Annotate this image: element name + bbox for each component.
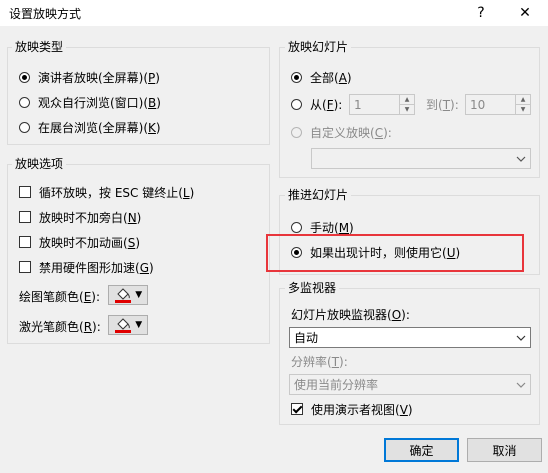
laser-color-label: 激光笔颜色(R): [19, 319, 101, 334]
radio-presenter[interactable]: 演讲者放映(全屏幕)(P) [19, 68, 160, 86]
radio-from-slides-label: 从(F): [310, 97, 343, 112]
laser-color-button[interactable]: ▼ [108, 315, 148, 335]
radio-kiosk-indicator[interactable] [19, 121, 30, 133]
radio-from-slides[interactable]: 从(F): [291, 95, 342, 113]
show-type-title: 放映类型 [12, 40, 67, 54]
check-loop-label: 循环放映，按 ESC 键终止(L) [39, 185, 195, 200]
check-presenter-view-box[interactable] [291, 403, 303, 415]
check-disable-hw-accel[interactable]: 禁用硬件图形加速(G) [19, 258, 154, 276]
radio-presenter-label: 演讲者放映(全屏幕)(P) [38, 70, 160, 85]
ok-button[interactable]: 确定 [384, 438, 459, 462]
from-slide-spin-buttons[interactable]: ▲ ▼ [399, 95, 414, 114]
pen-color-label: 绘图笔颜色(E): [19, 289, 101, 304]
check-disable-hw-accel-box[interactable] [19, 261, 31, 273]
check-no-animation-box[interactable] [19, 236, 31, 248]
chevron-down-icon [512, 149, 530, 168]
radio-all-slides[interactable]: 全部(A) [291, 68, 352, 86]
spin-up-icon[interactable]: ▲ [515, 95, 530, 105]
radio-custom-show[interactable]: 自定义放映(C): [291, 123, 392, 141]
monitor-label: 幻灯片放映监视器(O): [291, 307, 410, 322]
close-icon: ✕ [519, 5, 531, 21]
radio-from-slides-indicator[interactable] [291, 98, 302, 110]
pen-color-swatch [114, 300, 131, 303]
resolution-select[interactable]: 使用当前分辨率 [289, 374, 531, 395]
check-presenter-view-label: 使用演示者视图(V) [311, 402, 413, 417]
radio-manual-indicator[interactable] [291, 221, 302, 233]
from-slide-value: 1 [354, 97, 362, 112]
radio-audience-label: 观众自行浏览(窗口)(B) [38, 95, 161, 110]
highlight-box [266, 234, 524, 272]
laser-color-dropdown-icon: ▼ [135, 320, 143, 330]
from-slide-spinner[interactable]: 1 ▲ ▼ [349, 94, 415, 115]
custom-show-select[interactable] [311, 148, 531, 169]
resolution-select-value: 使用当前分辨率 [294, 378, 379, 392]
radio-audience[interactable]: 观众自行浏览(窗口)(B) [19, 93, 161, 111]
check-no-animation-label: 放映时不加动画(S) [39, 235, 140, 250]
radio-manual-label: 手动(M) [310, 220, 354, 235]
radio-custom-show-label: 自定义放映(C): [310, 125, 392, 140]
check-loop[interactable]: 循环放映，按 ESC 键终止(L) [19, 183, 194, 201]
radio-all-slides-label: 全部(A) [310, 70, 352, 85]
monitor-select-value: 自动 [294, 331, 319, 345]
check-no-narration[interactable]: 放映时不加旁白(N) [19, 208, 141, 226]
check-no-narration-box[interactable] [19, 211, 31, 223]
radio-custom-show-indicator[interactable] [291, 126, 302, 138]
to-slide-spinner[interactable]: 10 ▲ ▼ [465, 94, 531, 115]
pen-color-dropdown-icon: ▼ [135, 290, 143, 300]
check-disable-hw-accel-label: 禁用硬件图形加速(G) [39, 260, 154, 275]
radio-kiosk-label: 在展台浏览(全屏幕)(K) [38, 120, 161, 135]
resolution-label: 分辨率(T): [291, 354, 348, 369]
monitors-title: 多监视器 [285, 281, 340, 295]
monitor-select[interactable]: 自动 [289, 327, 531, 348]
advance-title: 推进幻灯片 [285, 188, 352, 202]
radio-presenter-indicator[interactable] [19, 71, 30, 83]
check-loop-box[interactable] [19, 186, 31, 198]
radio-all-slides-indicator[interactable] [291, 71, 302, 83]
to-slide-value: 10 [470, 97, 486, 112]
slides-title: 放映幻灯片 [285, 40, 352, 54]
radio-audience-indicator[interactable] [19, 96, 30, 108]
help-button[interactable]: ? [458, 0, 504, 26]
spin-up-icon[interactable]: ▲ [399, 95, 414, 105]
check-no-animation[interactable]: 放映时不加动画(S) [19, 233, 140, 251]
spin-down-icon[interactable]: ▼ [515, 105, 530, 114]
to-slide-label: 到(T): [426, 97, 459, 112]
check-presenter-view[interactable]: 使用演示者视图(V) [291, 400, 413, 418]
paint-bucket-icon [114, 318, 131, 333]
paint-bucket-icon [114, 288, 131, 303]
radio-kiosk[interactable]: 在展台浏览(全屏幕)(K) [19, 118, 161, 136]
chevron-down-icon [512, 328, 530, 347]
to-slide-spin-buttons[interactable]: ▲ ▼ [515, 95, 530, 114]
close-button[interactable]: ✕ [502, 0, 548, 26]
spin-down-icon[interactable]: ▼ [399, 105, 414, 114]
chevron-down-icon [512, 375, 530, 394]
dialog-title: 设置放映方式 [9, 7, 82, 21]
pen-color-button[interactable]: ▼ [108, 285, 148, 305]
show-options-title: 放映选项 [12, 157, 67, 171]
cancel-button[interactable]: 取消 [467, 438, 542, 462]
check-no-narration-label: 放映时不加旁白(N) [39, 210, 142, 225]
laser-color-swatch [114, 330, 131, 333]
